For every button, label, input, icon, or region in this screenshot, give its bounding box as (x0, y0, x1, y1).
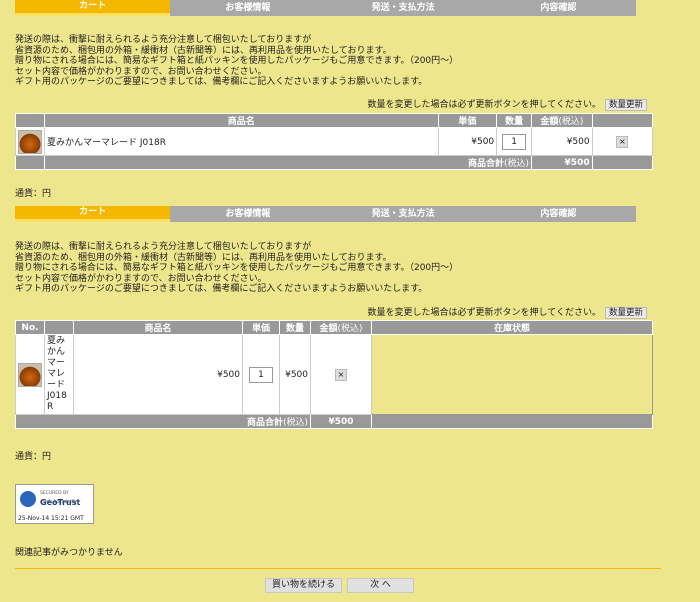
cart-table-2: No. 商品名 単価 数量 金額(税込) 在庫状態 夏み かん マー マレ ード… (15, 320, 653, 429)
col-qty: 数量 (496, 113, 533, 128)
col-stock: 在庫状態 (371, 320, 653, 335)
update-quantity-button[interactable]: 数量更新 (604, 99, 647, 111)
col-no: No. (15, 320, 45, 335)
shipping-notice: 発送の際は、衝撃に耐えられるよう充分注意して梱包いたしておりますが 省資源のため… (15, 35, 459, 87)
step-confirm: 内容確認 (480, 206, 636, 222)
shipping-notice-2: 発送の際は、衝撃に耐えられるよう充分注意して梱包いたしておりますが 省資源のため… (15, 242, 459, 294)
col-price: 単価 (242, 320, 280, 335)
update-note: 数量を変更した場合は必ず更新ボタンを押してください。 (367, 99, 601, 110)
product-amount: ¥500 (531, 127, 593, 156)
col-name: 商品名 (73, 320, 243, 335)
col-name: 商品名 (44, 113, 439, 128)
update-line: 数量を変更した場合は必ず更新ボタンを押してください。 数量更新 (368, 99, 647, 111)
update-note: 数量を変更した場合は必ず更新ボタンを押してください。 (367, 307, 601, 318)
currency-label-2: 通貨：円 (15, 452, 52, 462)
col-amount: 金額(税込) (310, 320, 372, 335)
step-cart: カート (15, 0, 171, 16)
update-quantity-button[interactable]: 数量更新 (604, 307, 647, 319)
checkout-steps: カート お客様情報 発送・支払方法 内容確認 (15, 0, 636, 16)
step-customer-info: お客様情報 (170, 0, 326, 16)
col-qty: 数量 (279, 320, 311, 335)
delete-item-button[interactable]: × (616, 135, 629, 148)
total-label: 商品合計(税込) (43, 155, 533, 170)
product-price: ¥500 (437, 127, 498, 156)
col-delete (591, 113, 654, 128)
step-confirm: 内容確認 (480, 0, 636, 16)
col-thumb (44, 320, 74, 335)
next-button[interactable]: 次 へ (347, 578, 414, 593)
product-thumbnail[interactable] (18, 362, 42, 387)
total-value: ¥500 (310, 414, 372, 429)
stock-status (371, 334, 653, 415)
product-thumbnail[interactable] (18, 129, 42, 154)
related-articles: 関連記事がみつかりません (15, 548, 123, 558)
product-price: ¥500 (73, 334, 243, 415)
delete-item-button[interactable]: × (335, 368, 347, 381)
step-shipping-payment: 発送・支払方法 (325, 0, 481, 16)
product-amount: ¥500 (279, 334, 311, 415)
table-row: 夏み かん マー マレ ード J018 R ¥500 1 ¥500 × (15, 334, 653, 415)
checkout-steps-2: カート お客様情報 発送・支払方法 内容確認 (15, 206, 636, 222)
step-customer-info: お客様情報 (170, 206, 326, 222)
cart-table: 商品名 単価 数量 金額(税込) 夏みかんマーマレード J018R ¥500 1… (15, 113, 654, 170)
divider (15, 568, 661, 569)
quantity-input[interactable]: 1 (249, 366, 273, 383)
total-value: ¥500 (531, 155, 593, 170)
geotrust-seal[interactable]: SECURED BY GeoTrust click to verify 25-N… (15, 484, 94, 524)
total-label: 商品合計(税込) (15, 414, 311, 429)
quantity-input[interactable]: 1 (502, 133, 527, 150)
update-line-2: 数量を変更した場合は必ず更新ボタンを押してください。 数量更新 (368, 307, 647, 319)
table-row: 夏みかんマーマレード J018R ¥500 1 ¥500 × (15, 127, 654, 156)
currency-label: 通貨：円 (15, 189, 52, 199)
geotrust-logo-icon (20, 491, 36, 507)
continue-shopping-button[interactable]: 買い物を続ける (265, 578, 342, 593)
step-cart: カート (15, 206, 171, 222)
step-shipping-payment: 発送・支払方法 (325, 206, 481, 222)
col-thumb (15, 113, 45, 128)
product-name[interactable]: 夏みかんマーマレード J018R (44, 127, 439, 156)
product-name[interactable]: 夏み かん マー マレ ード J018 R (44, 334, 74, 415)
col-amount: 金額(税込) (531, 113, 593, 128)
col-price: 単価 (437, 113, 498, 128)
